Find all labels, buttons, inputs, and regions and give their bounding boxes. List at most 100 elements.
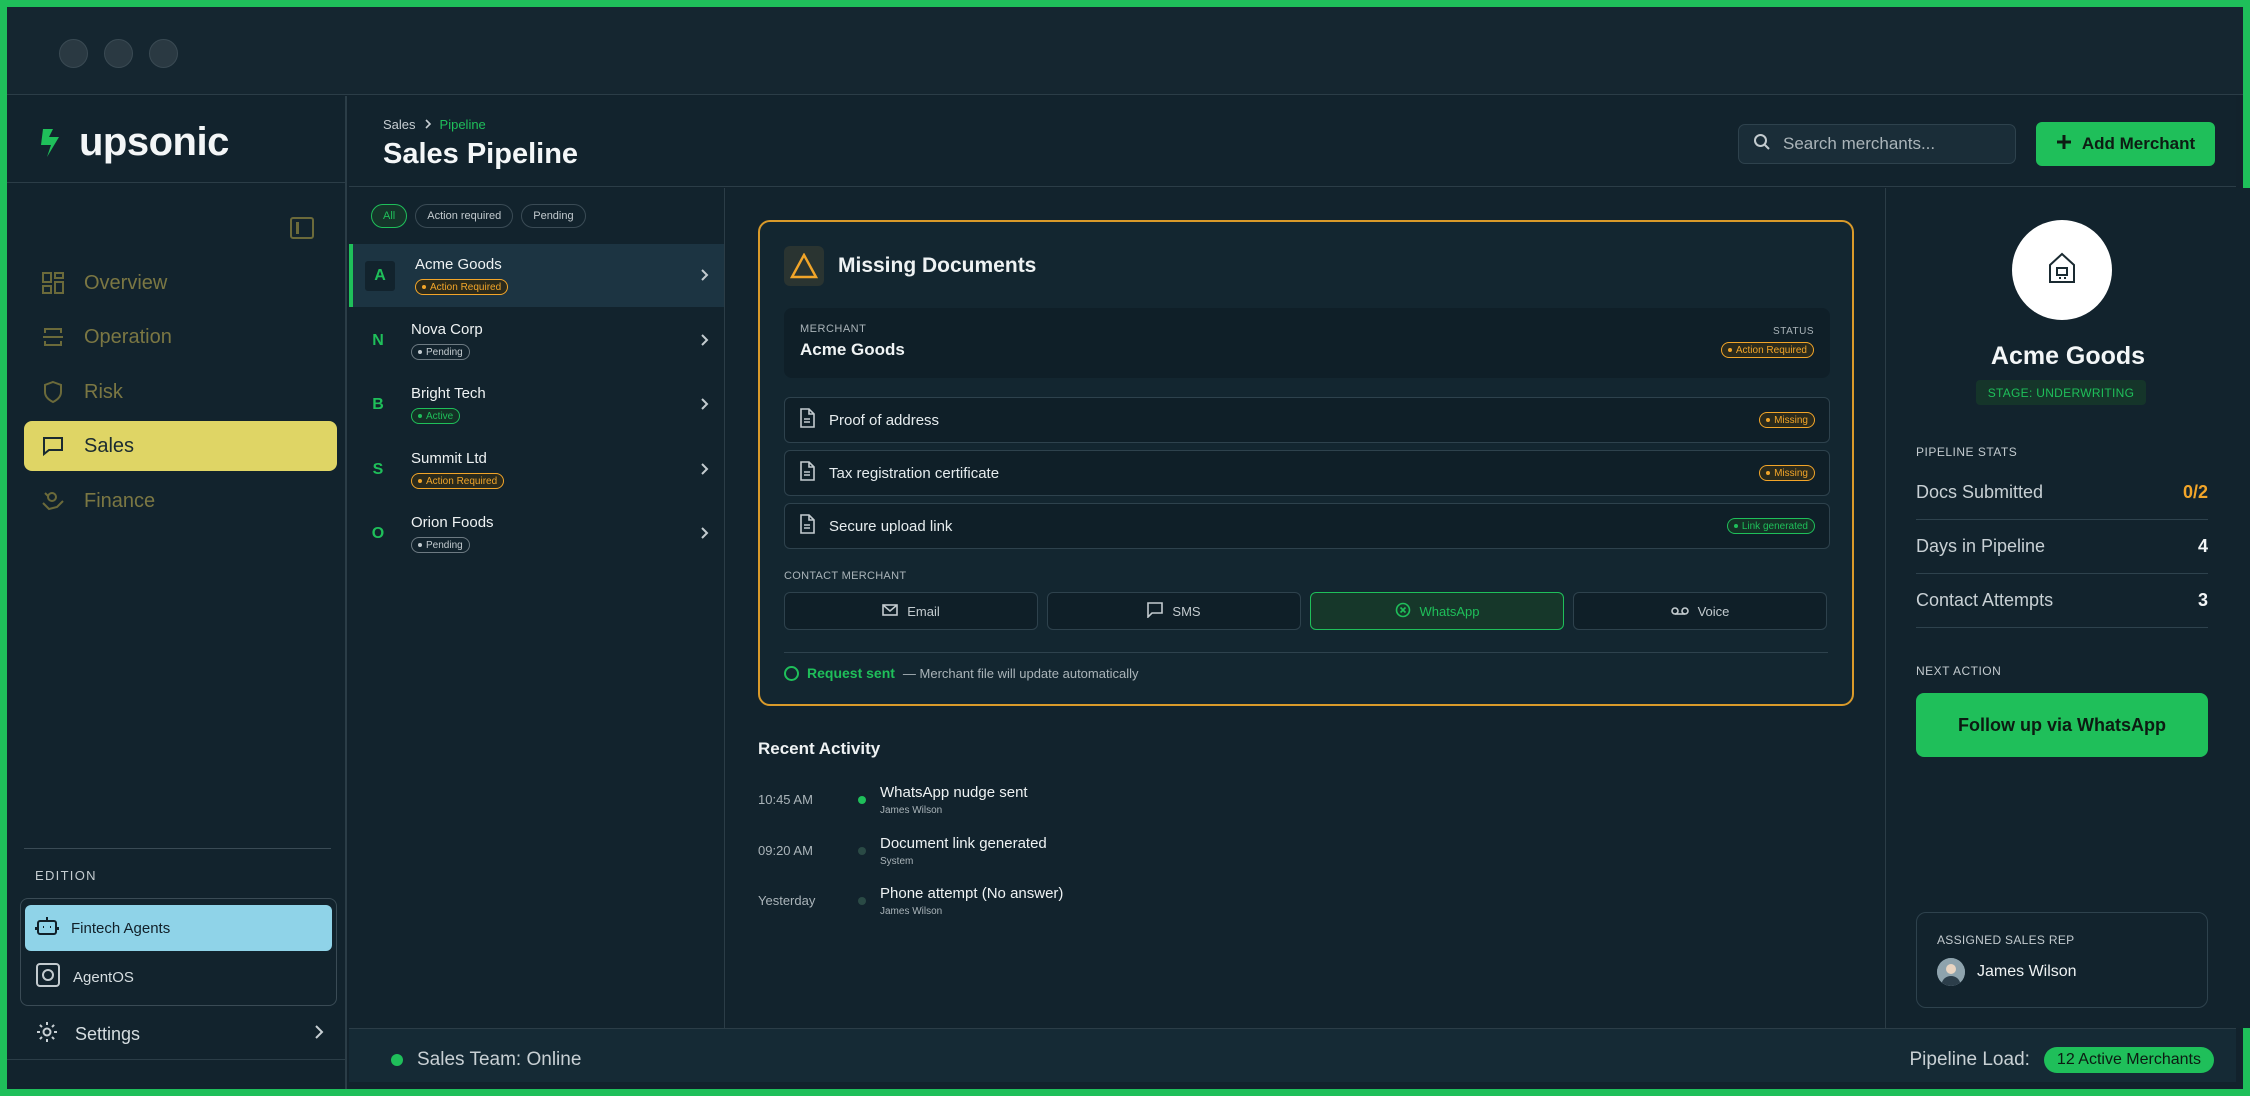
- stat-value: 0/2: [2182, 482, 2208, 502]
- merchant-row[interactable]: B Bright Tech Active: [349, 373, 724, 436]
- merchant-name: Acme Goods: [1990, 342, 2146, 370]
- stat-docs-submitted: Docs Submitted 0/2: [1916, 466, 2208, 520]
- add-merchant-button[interactable]: Add Merchant: [2036, 122, 2215, 166]
- email-label: Email: [907, 603, 940, 619]
- sidebar-item-label: Sales: [84, 434, 135, 457]
- edition-label: Fintech Agents: [71, 919, 171, 937]
- title-bar: [7, 7, 2243, 95]
- whatsapp-button[interactable]: WhatsApp: [1310, 592, 1564, 630]
- email-button[interactable]: Email: [784, 592, 1038, 630]
- merchant-row[interactable]: N Nova Corp Pending: [349, 309, 724, 372]
- search-box: [1738, 124, 2016, 164]
- add-merchant-label: Add Merchant: [2081, 134, 2196, 153]
- logo[interactable]: upsonic: [39, 120, 229, 165]
- sidebar-item-sales[interactable]: Sales: [24, 421, 337, 471]
- chevron-right-icon: [424, 117, 432, 132]
- stat-label: Contact Attempts: [1916, 590, 2054, 610]
- document-name: Tax registration certificate: [829, 464, 1000, 482]
- voice-button[interactable]: Voice: [1573, 592, 1827, 630]
- divider: [7, 182, 345, 183]
- sidebar-item-label: Overview: [84, 271, 168, 294]
- status-badge: Active: [411, 408, 461, 424]
- sidebar-item-operation[interactable]: Operation: [24, 312, 337, 362]
- search-input[interactable]: [1783, 134, 2003, 154]
- status-badge: Pending: [411, 537, 470, 553]
- merchant-row[interactable]: S Summit Ltd Action Required: [349, 438, 724, 501]
- gear-icon: [35, 1020, 59, 1049]
- window-close-button[interactable]: [59, 39, 88, 68]
- edition-fintech-agents[interactable]: Fintech Agents: [25, 905, 332, 951]
- sidebar-item-label: Operation: [84, 325, 172, 348]
- stat-days-in-pipeline: Days in Pipeline 4: [1916, 520, 2208, 574]
- robot-icon: [35, 915, 59, 941]
- status-badge: Action Required: [1720, 342, 1814, 358]
- operation-icon: [40, 324, 66, 350]
- breadcrumb-sales[interactable]: Sales: [383, 117, 416, 132]
- sidebar-item-label: Risk: [84, 380, 123, 403]
- stat-label: Days in Pipeline: [1916, 536, 2046, 556]
- stage-badge: STAGE: UNDERWRITING: [1976, 380, 2146, 405]
- recent-activity-title: Recent Activity: [758, 739, 881, 758]
- follow-up-whatsapp-button[interactable]: Follow up via WhatsApp: [1916, 693, 2208, 757]
- assigned-rep-label: ASSIGNED SALES REP: [1937, 933, 2075, 947]
- pipeline-load-badge: 12 Active Merchants: [2043, 1047, 2214, 1073]
- edition-agentos[interactable]: AgentOS: [25, 954, 332, 1000]
- status-label: STATUS: [1773, 326, 1814, 337]
- sms-button[interactable]: SMS: [1047, 592, 1301, 630]
- filter-pending[interactable]: Pending: [521, 204, 586, 228]
- sidebar-collapse-icon[interactable]: [290, 217, 314, 239]
- merchant-name: Acme Goods: [800, 340, 905, 359]
- status-ring-icon: [784, 665, 799, 681]
- activity-text: Phone attempt (No answer): [880, 885, 1064, 902]
- voicemail-icon: [1670, 604, 1689, 619]
- status-badge: Pending: [411, 344, 470, 360]
- merchant-avatar: [2012, 220, 2112, 320]
- sidebar-item-finance[interactable]: Finance: [24, 476, 337, 526]
- stat-contact-attempts: Contact Attempts 3: [1916, 574, 2208, 628]
- next-action-label: NEXT ACTION: [1916, 664, 2002, 678]
- chevron-right-icon: [700, 397, 710, 416]
- document-status-text: Link generated: [1741, 520, 1808, 532]
- finance-icon: [40, 488, 66, 514]
- message-icon: [1147, 601, 1164, 621]
- document-row[interactable]: Secure upload link Link generated: [784, 503, 1830, 549]
- activity-author: James Wilson: [880, 906, 943, 917]
- merchant-row[interactable]: O Orion Foods Pending: [349, 502, 724, 565]
- logo-text: upsonic: [79, 120, 229, 164]
- activity-time: 10:45 AM: [758, 792, 813, 807]
- document-status-text: Missing: [1774, 414, 1808, 426]
- window-minimize-button[interactable]: [104, 39, 133, 68]
- card-title: Missing Documents: [784, 246, 1036, 286]
- merchant-row[interactable]: A Acme Goods Action Required: [349, 244, 724, 307]
- window-maximize-button[interactable]: [149, 39, 178, 68]
- document-row[interactable]: Proof of address Missing: [784, 397, 1830, 443]
- document-icon: [799, 461, 815, 485]
- request-status: Request sent — Merchant file will update…: [784, 665, 1138, 681]
- chevron-right-icon: [700, 462, 710, 481]
- activity-dot: [858, 796, 866, 804]
- document-name: Secure upload link: [829, 517, 953, 535]
- activity-time: 09:20 AM: [758, 843, 813, 858]
- stat-label: Docs Submitted: [1916, 482, 2044, 502]
- merchant-name: Bright Tech: [411, 385, 486, 402]
- assigned-rep[interactable]: James Wilson: [1937, 958, 2077, 986]
- merchant-name: Nova Corp: [411, 321, 483, 338]
- merchant-avatar: A: [365, 260, 395, 291]
- sidebar-item-overview[interactable]: Overview: [24, 258, 337, 308]
- stat-value: 3: [2197, 590, 2208, 610]
- sidebar-item-label: Finance: [84, 489, 156, 512]
- chevron-right-icon: [700, 526, 710, 545]
- sidebar-item-risk[interactable]: Risk: [24, 367, 337, 417]
- document-row[interactable]: Tax registration certificate Missing: [784, 450, 1830, 496]
- filter-all[interactable]: All: [371, 204, 408, 228]
- chevron-right-icon: [313, 1023, 325, 1046]
- activity-dot: [858, 897, 866, 905]
- grid-icon: [40, 270, 66, 296]
- chevron-right-icon: [700, 333, 710, 352]
- search-icon: [1753, 133, 1771, 156]
- missing-documents-card: Missing Documents MERCHANT Acme Goods ST…: [758, 220, 1854, 706]
- filter-action-required[interactable]: Action required: [415, 204, 514, 228]
- merchant-avatar: O: [371, 524, 385, 542]
- settings-button[interactable]: Settings: [35, 1016, 325, 1052]
- status-badge: Action Required: [415, 279, 509, 295]
